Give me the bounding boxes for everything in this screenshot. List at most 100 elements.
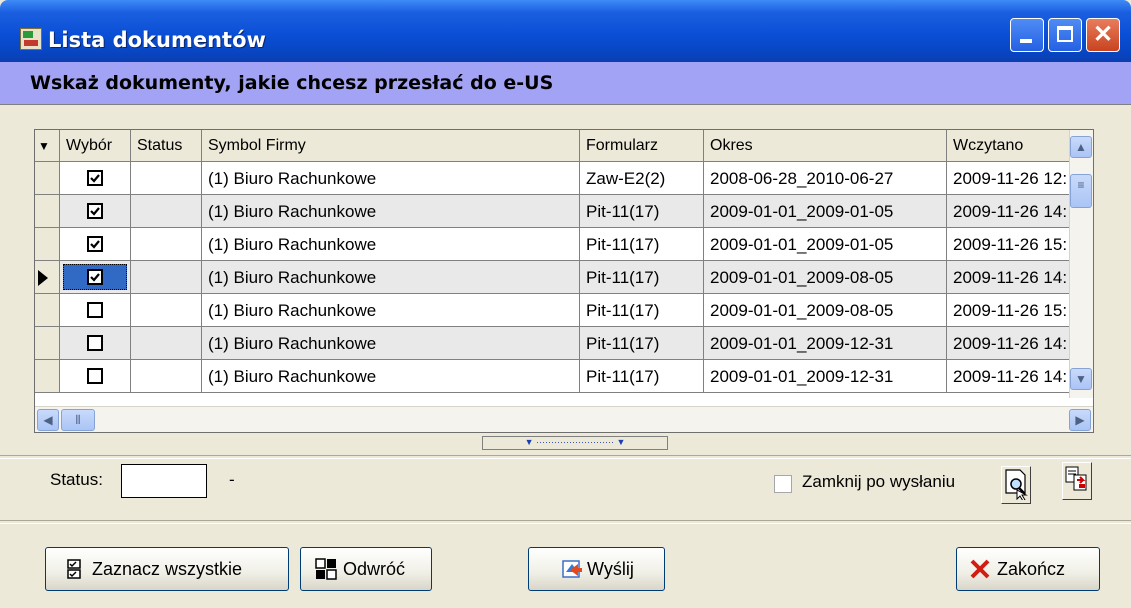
horizontal-scrollbar[interactable]: ◀ ⦀ ▶ [35,406,1093,432]
send-icon [562,560,582,578]
loaded-cell: 2009-11-26 14: [947,327,1071,360]
table-row[interactable]: (1) Biuro Rachunkowe Zaw-E2(2) 2008-06-28_… [35,162,1093,195]
loaded-cell: 2009-11-26 15: [947,228,1071,261]
select-all-label: Zaznacz wszystkie [92,559,243,579]
export-document-icon [1065,466,1087,491]
symbol-cell: (1) Biuro Rachunkowe [202,195,580,228]
checklist-icon [67,559,81,579]
invert-selection-button[interactable]: Odwróć [300,547,432,591]
form-cell: Pit-11(17) [580,195,704,228]
symbol-cell: (1) Biuro Rachunkowe [202,360,580,393]
close-after-send-label[interactable]: Zamknij po wysłaniu [802,472,955,492]
selection-checkbox[interactable] [87,236,103,252]
status-cell [131,261,202,294]
separator [0,455,1131,459]
row-indicator [35,261,60,294]
period-cell: 2009-01-01_2009-12-31 [704,327,947,360]
symbol-cell: (1) Biuro Rachunkowe [202,294,580,327]
period-cell: 2009-01-01_2009-08-05 [704,261,947,294]
current-row-pointer-icon [38,270,48,286]
scroll-left-button[interactable]: ◀ [37,409,59,431]
period-cell: 2009-01-01_2009-01-05 [704,195,947,228]
invert-icon [315,558,337,580]
panel-splitter[interactable]: ▼ ·························· ▼ [482,436,668,450]
loaded-cell: 2009-11-26 15: [947,294,1071,327]
selection-checkbox[interactable] [87,302,103,318]
selection-checkbox[interactable] [87,269,103,285]
loaded-cell: 2009-11-26 14: [947,360,1071,393]
selected-checkbox[interactable] [60,261,131,294]
table-row[interactable]: (1) Biuro Rachunkowe Pit-11(17) 2009-01-01… [35,327,1093,360]
selected-checkbox[interactable] [60,327,131,360]
status-cell [131,360,202,393]
status-label: Status: [50,470,103,489]
selection-checkbox[interactable] [87,170,103,186]
title-bar[interactable]: Lista dokumentów ✕ [0,0,1131,62]
form-cell: Pit-11(17) [580,327,704,360]
form-cell: Pit-11(17) [580,360,704,393]
selected-checkbox[interactable] [60,228,131,261]
form-cell: Pit-11(17) [580,261,704,294]
horizontal-scroll-thumb[interactable]: ⦀ [61,409,95,431]
status-dash: - [229,470,235,489]
scroll-down-button[interactable]: ▼ [1070,368,1092,390]
selected-checkbox[interactable] [60,162,131,195]
indicator-column-header[interactable]: ▼ [35,130,60,162]
selection-checkbox[interactable] [87,335,103,351]
document-list-window: Lista dokumentów ✕ Wskaż dokumenty, jaki… [0,0,1131,608]
close-icon: ✕ [1092,21,1114,48]
selection-checkbox[interactable] [87,368,103,384]
close-after-send-checkbox[interactable] [774,475,792,493]
status-cell [131,327,202,360]
period-cell: 2009-01-01_2009-12-31 [704,360,947,393]
row-indicator [35,195,60,228]
close-button[interactable]: ✕ [1086,18,1120,52]
selection-checkbox[interactable] [87,203,103,219]
status-cell [131,195,202,228]
period-cell: 2009-01-01_2009-01-05 [704,228,947,261]
separator [0,520,1131,524]
scroll-thumb[interactable]: ≡ [1070,174,1092,208]
documents-grid[interactable]: ▼ Wybór Status Symbol Firmy Formularz Ok… [34,129,1094,433]
document-preview-icon[interactable] [1003,468,1029,500]
vertical-scrollbar[interactable]: ▲ ≡ ▼ [1069,130,1093,398]
table-row[interactable]: (1) Biuro Rachunkowe Pit-11(17) 2009-01-01… [35,228,1093,261]
loaded-cell: 2009-11-26 14: [947,195,1071,228]
close-x-icon [970,559,990,579]
table-row[interactable]: (1) Biuro Rachunkowe Pit-11(17) 2009-01-01… [35,195,1093,228]
column-header-okres[interactable]: Okres [704,130,947,162]
row-indicator [35,327,60,360]
instruction-text: Wskaż dokumenty, jakie chcesz przesłać d… [30,72,554,94]
select-all-button[interactable]: Zaznacz wszystkie [45,547,289,591]
send-button[interactable]: Wyślij [528,547,665,591]
selected-checkbox[interactable] [60,294,131,327]
row-indicator [35,162,60,195]
symbol-cell: (1) Biuro Rachunkowe [202,162,580,195]
status-cell [131,228,202,261]
finish-label: Zakończ [997,559,1066,579]
status-cell [131,162,202,195]
scroll-right-button[interactable]: ▶ [1069,409,1091,431]
status-cell [131,294,202,327]
symbol-cell: (1) Biuro Rachunkowe [202,261,580,294]
finish-button[interactable]: Zakończ [956,547,1100,591]
selected-checkbox[interactable] [60,360,131,393]
form-cell: Zaw-E2(2) [580,162,704,195]
row-indicator [35,360,60,393]
column-header-wybor[interactable]: Wybór [60,130,131,162]
row-indicator [35,294,60,327]
column-header-status[interactable]: Status [131,130,202,162]
symbol-cell: (1) Biuro Rachunkowe [202,327,580,360]
minimize-button[interactable] [1010,18,1044,52]
column-header-formularz[interactable]: Formularz [580,130,704,162]
column-header-symbol-firmy[interactable]: Symbol Firmy [202,130,580,162]
table-row[interactable]: (1) Biuro Rachunkowe Pit-11(17) 2009-01-01… [35,360,1093,393]
maximize-button[interactable] [1048,18,1082,52]
scroll-up-button[interactable]: ▲ [1070,136,1092,158]
period-cell: 2008-06-28_2010-06-27 [704,162,947,195]
app-icon[interactable] [20,28,42,50]
loaded-cell: 2009-11-26 14: [947,261,1071,294]
selected-checkbox[interactable] [60,195,131,228]
table-row[interactable]: (1) Biuro Rachunkowe Pit-11(17) 2009-01-01… [35,294,1093,327]
table-row[interactable]: (1) Biuro Rachunkowe Pit-11(17) 2009-01-01… [35,261,1093,294]
